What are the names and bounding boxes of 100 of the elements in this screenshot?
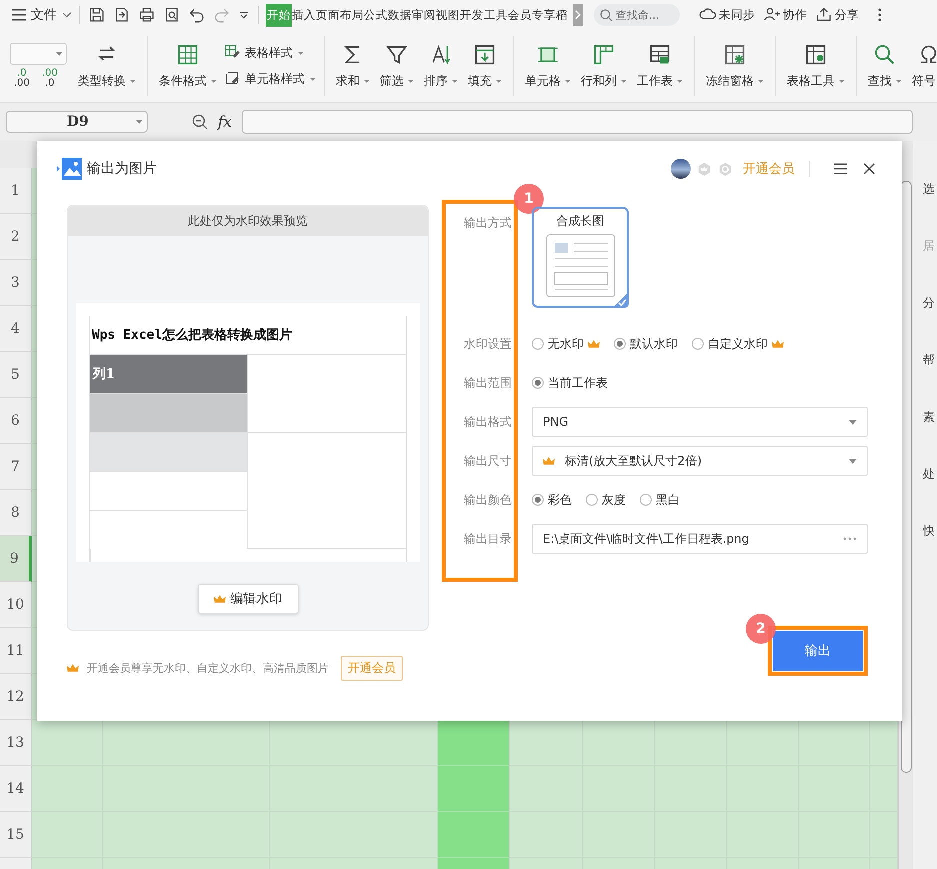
zoom-out-icon[interactable] — [192, 114, 208, 130]
sheet-cell[interactable] — [32, 720, 103, 766]
ribbon-tab[interactable]: 开发工具 — [460, 4, 508, 26]
search-field[interactable]: 查找命... — [594, 4, 680, 26]
print-preview-icon[interactable] — [164, 7, 180, 23]
sheet-cell[interactable] — [510, 812, 583, 858]
export-icon[interactable] — [114, 7, 130, 23]
ribbon-tab[interactable]: 审阅 — [412, 4, 436, 26]
row-header[interactable]: 1 — [0, 168, 32, 214]
redo-icon[interactable] — [214, 7, 230, 23]
name-box[interactable]: D9 — [6, 111, 148, 133]
toolbar-action[interactable]: 分享 — [815, 6, 859, 24]
radio-option[interactable]: 黑白 — [640, 492, 680, 508]
side-panel-item[interactable]: 素 — [923, 409, 935, 426]
ribbon-button[interactable]: 求和 — [333, 42, 373, 90]
sheet-cell[interactable] — [32, 766, 103, 812]
dropdown[interactable]: 标清(放大至默认尺寸2倍) — [532, 446, 868, 476]
radio-button[interactable] — [532, 338, 544, 350]
edit-watermark-button[interactable]: 编辑水印 — [198, 584, 298, 614]
row-header[interactable]: 4 — [0, 306, 32, 352]
sheet-cell[interactable] — [510, 720, 583, 766]
row-header[interactable]: 2 — [0, 214, 32, 260]
radio-option[interactable]: 灰度 — [586, 492, 626, 508]
ribbon-button[interactable]: 单元格 — [522, 42, 574, 90]
ribbon-tab[interactable]: 数据 — [388, 4, 412, 26]
more-icon[interactable] — [878, 8, 882, 22]
sheet-cell[interactable] — [438, 812, 510, 858]
sheet-cell[interactable] — [270, 812, 438, 858]
row-header[interactable]: 13 — [0, 720, 32, 766]
ribbon-button[interactable]: 筛选 — [377, 42, 417, 90]
side-panel-item[interactable]: 快 — [923, 523, 935, 540]
radio-button[interactable] — [586, 494, 598, 506]
save-icon[interactable] — [89, 7, 105, 23]
side-panel-item[interactable]: 处 — [923, 466, 935, 483]
sheet-cell[interactable] — [870, 812, 898, 858]
radio-button[interactable] — [692, 338, 704, 350]
radio-option[interactable]: 默认水印 — [614, 336, 678, 352]
row-header[interactable]: 12 — [0, 674, 32, 720]
radio-option[interactable]: 彩色 — [532, 492, 572, 508]
print-icon[interactable] — [139, 7, 155, 23]
radio-button[interactable] — [614, 338, 626, 350]
sheet-cell[interactable] — [870, 766, 898, 812]
ribbon-button[interactable]: 查找 — [865, 42, 905, 90]
ribbon-button[interactable]: 表格样式 — [224, 44, 316, 62]
ribbon-button[interactable]: 条件格式 — [156, 42, 220, 90]
radio-button[interactable] — [532, 377, 544, 389]
ribbon-tab[interactable]: 视图 — [436, 4, 460, 26]
ribbon-button[interactable]: 行和列 — [578, 42, 630, 90]
sheet-cell[interactable] — [799, 720, 870, 766]
path-field[interactable]: E:\桌面文件\临时文件\工作日程表.png — [532, 524, 868, 554]
ribbon-button[interactable]: 单元格样式 — [224, 70, 316, 88]
increase-decimal-button[interactable]: .0 .00 — [10, 69, 34, 89]
undo-icon[interactable] — [189, 7, 205, 23]
select-all-corner[interactable] — [0, 141, 32, 168]
side-panel-item[interactable]: 选 — [923, 181, 935, 198]
row-header[interactable]: 3 — [0, 260, 32, 306]
output-button[interactable]: 输出 — [773, 631, 863, 671]
sheet-cell[interactable] — [727, 720, 799, 766]
file-menu[interactable]: 文件 — [12, 6, 72, 24]
number-format-dropdown[interactable] — [10, 43, 67, 65]
ribbon-button[interactable]: 排序 — [421, 42, 461, 90]
radio-option[interactable]: 当前工作表 — [532, 374, 608, 392]
ribbon-button[interactable]: 冻结窗格 — [703, 42, 767, 90]
toolbar-action[interactable]: 未同步 — [699, 6, 755, 24]
row-header[interactable]: 8 — [0, 490, 32, 536]
avatar[interactable] — [671, 159, 691, 179]
ribbon-tab[interactable]: 公式 — [364, 4, 388, 26]
ribbon-button[interactable]: 工作表 — [634, 42, 686, 90]
close-icon[interactable] — [863, 163, 876, 175]
sheet-cell[interactable] — [270, 720, 438, 766]
decrease-decimal-button[interactable]: .00 .0 — [38, 69, 62, 89]
sheet-cell[interactable] — [270, 766, 438, 812]
ribbon-button[interactable]: 表格工具 — [784, 42, 848, 90]
sheet-cell[interactable] — [438, 720, 510, 766]
radio-option[interactable]: 无水印 — [532, 336, 600, 352]
dropdown-icon[interactable] — [239, 10, 249, 20]
side-panel-item[interactable]: 分 — [923, 295, 935, 312]
sheet-cell[interactable] — [438, 766, 510, 812]
mode-card[interactable]: 合成长图 — [532, 207, 629, 308]
sheet-cell[interactable] — [655, 720, 727, 766]
ribbon-button[interactable]: 填充 — [465, 42, 505, 90]
radio-button[interactable] — [640, 494, 652, 506]
ribbon-button[interactable]: 类型转换 — [75, 42, 139, 90]
dropdown[interactable]: PNG — [532, 407, 868, 437]
toolbar-action[interactable]: 协作 — [763, 6, 807, 24]
tab-scroll-button[interactable] — [573, 4, 583, 26]
sheet-cell[interactable] — [103, 720, 270, 766]
row-header[interactable]: 7 — [0, 444, 32, 490]
row-header[interactable]: 11 — [0, 628, 32, 674]
row-header[interactable]: 10 — [0, 582, 32, 628]
function-label[interactable]: fx — [218, 113, 232, 131]
row-header[interactable]: 6 — [0, 398, 32, 444]
ribbon-tab[interactable]: 页面布局 — [316, 4, 364, 26]
formula-input[interactable] — [242, 110, 913, 134]
menu-icon[interactable] — [834, 163, 847, 175]
sheet-cell[interactable] — [32, 812, 103, 858]
side-panel-item[interactable]: 帮 — [923, 352, 935, 369]
row-header[interactable]: 14 — [0, 766, 32, 812]
radio-option[interactable]: 自定义水印 — [692, 336, 784, 352]
sheet-cell[interactable] — [870, 720, 898, 766]
